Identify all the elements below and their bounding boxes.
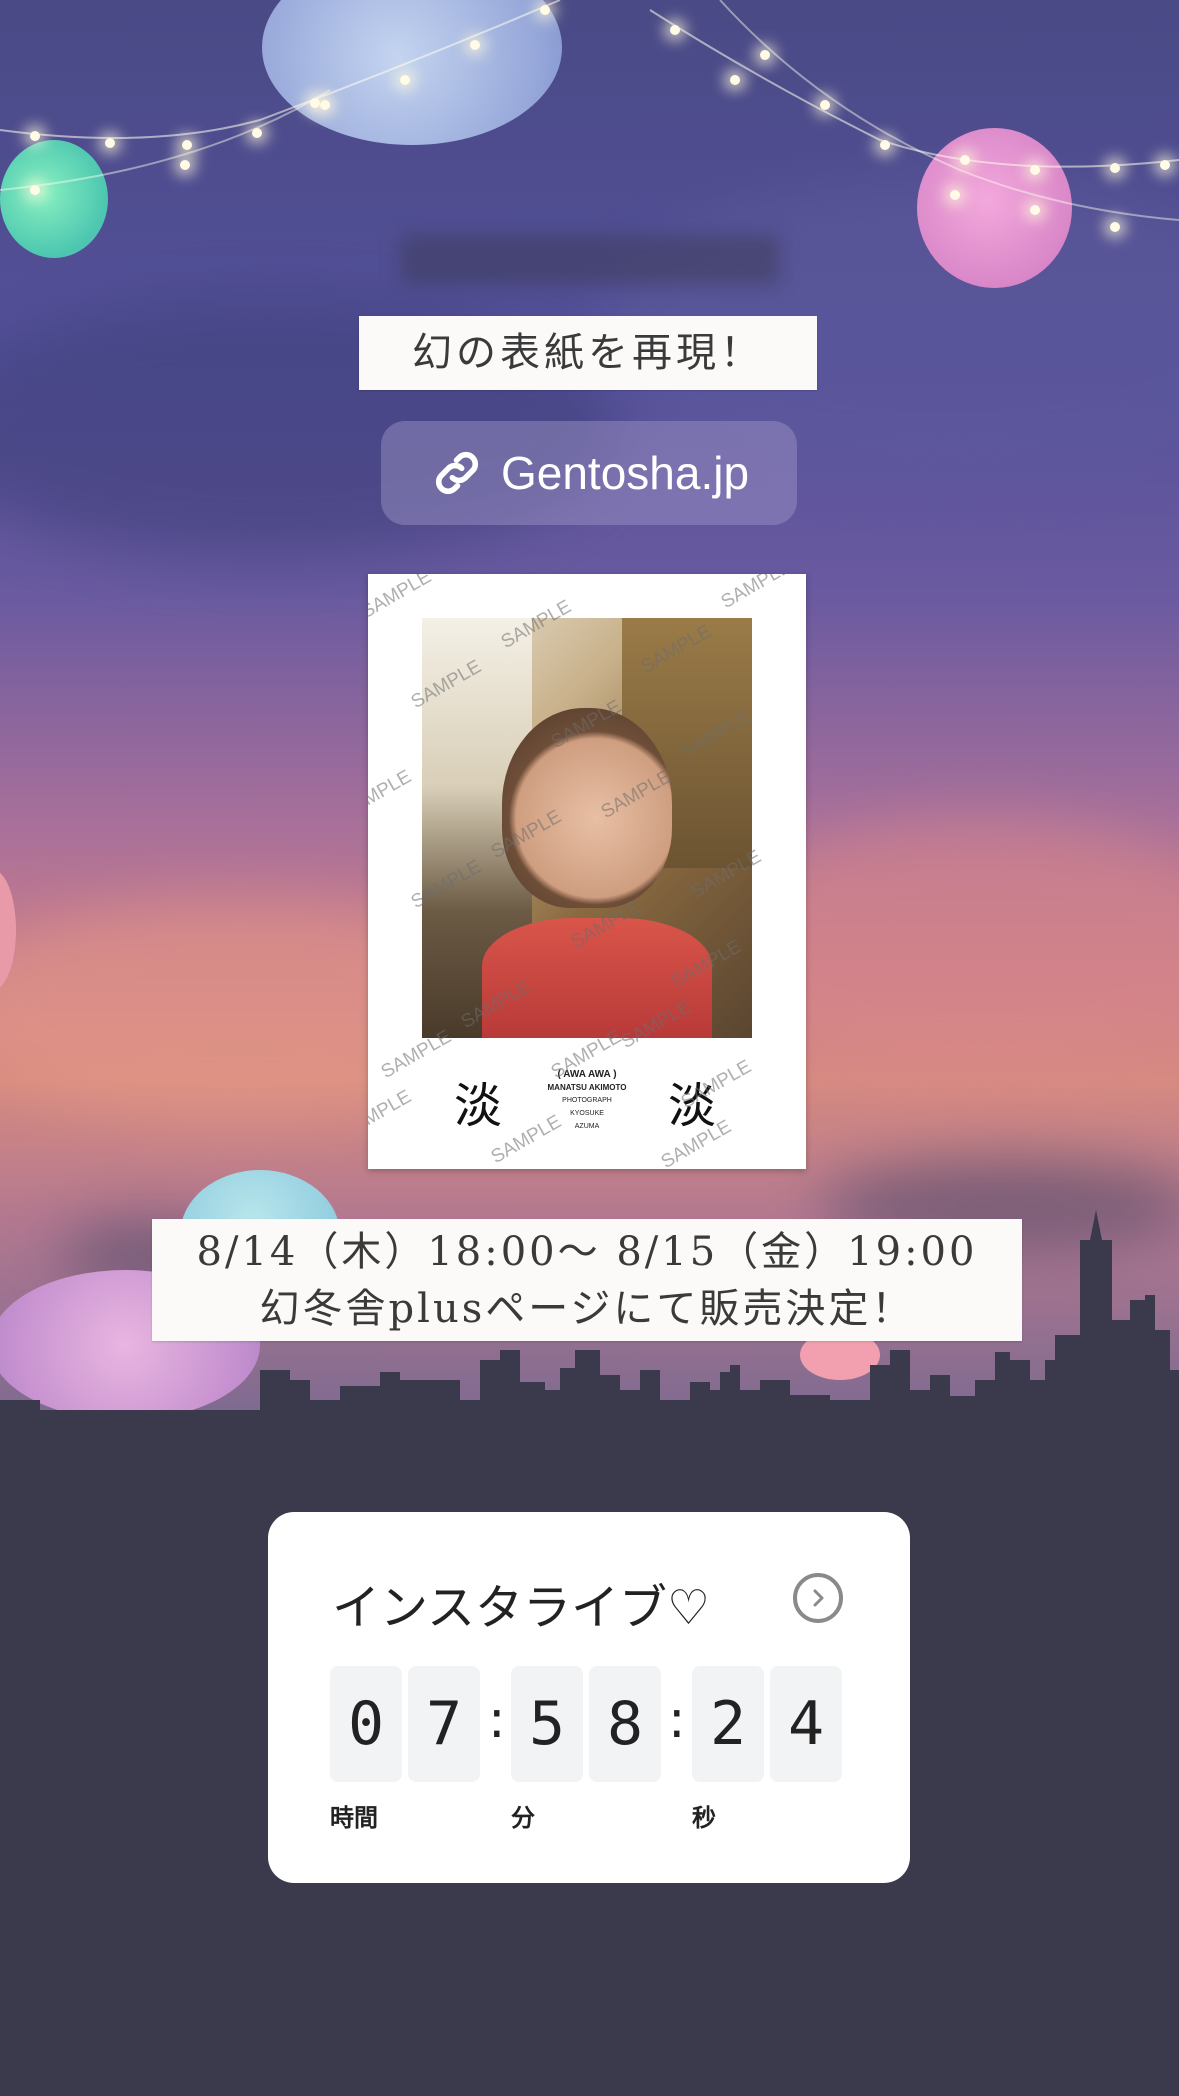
link-icon: [435, 451, 479, 495]
seconds-digit: 4: [770, 1666, 842, 1782]
cover-author: MANATSU AKIMOTO: [547, 1083, 627, 1092]
cover-title-kanji-left: 淡: [454, 1078, 503, 1134]
sample-watermark: SAMPLE: [377, 1026, 455, 1083]
minutes-digit: 8: [589, 1666, 661, 1782]
link-label: Gentosha.jp: [500, 447, 750, 499]
time-separator: :: [488, 1690, 506, 1750]
countdown-title: インスタライブ♡: [332, 1580, 711, 1636]
sample-watermark: SAMPLE: [368, 574, 435, 623]
minutes-unit-label: 分: [511, 1804, 535, 1832]
link-sticker[interactable]: Gentosha.jp: [381, 421, 797, 525]
sample-watermark: SAMPLE: [368, 1086, 415, 1143]
sale-info-banner: 8/14（木）18:00〜 8/15（金）19:00 幻冬舎plusページにて販…: [152, 1219, 1022, 1341]
seconds-digit: 2: [692, 1666, 764, 1782]
chevron-right-icon[interactable]: [793, 1573, 843, 1623]
cover-credit: PHOTOGRAPH: [562, 1097, 612, 1104]
subtitle-banner: 幻の表紙を再現！: [359, 316, 817, 390]
minutes-digit: 5: [511, 1666, 583, 1782]
hours-digit: 7: [408, 1666, 480, 1782]
hours-digit: 0: [330, 1666, 402, 1782]
book-cover-sample: ( AWA AWA ) MANATSU AKIMOTO PHOTOGRAPH K…: [368, 574, 806, 1169]
sample-watermark: SAMPLE: [368, 766, 415, 823]
blurred-headline: [400, 235, 780, 285]
story-background: 幻の表紙を再現！ Gentosha.jp ( AWA AWA ) MANATSU…: [0, 0, 1179, 1420]
seconds-unit-label: 秒: [692, 1804, 716, 1832]
hours-unit-label: 時間: [330, 1804, 378, 1832]
sale-dates: 8/14（木）18:00〜 8/15（金）19:00: [196, 1229, 978, 1275]
sample-watermark: SAMPLE: [717, 574, 795, 613]
time-separator: :: [668, 1690, 686, 1750]
countdown-sticker[interactable]: インスタライブ♡ 0 7 : 5 8 : 2 4 時間 分 秒: [268, 1512, 910, 1883]
sale-announcement: 幻冬舎plusページにて販売決定！: [259, 1286, 915, 1332]
